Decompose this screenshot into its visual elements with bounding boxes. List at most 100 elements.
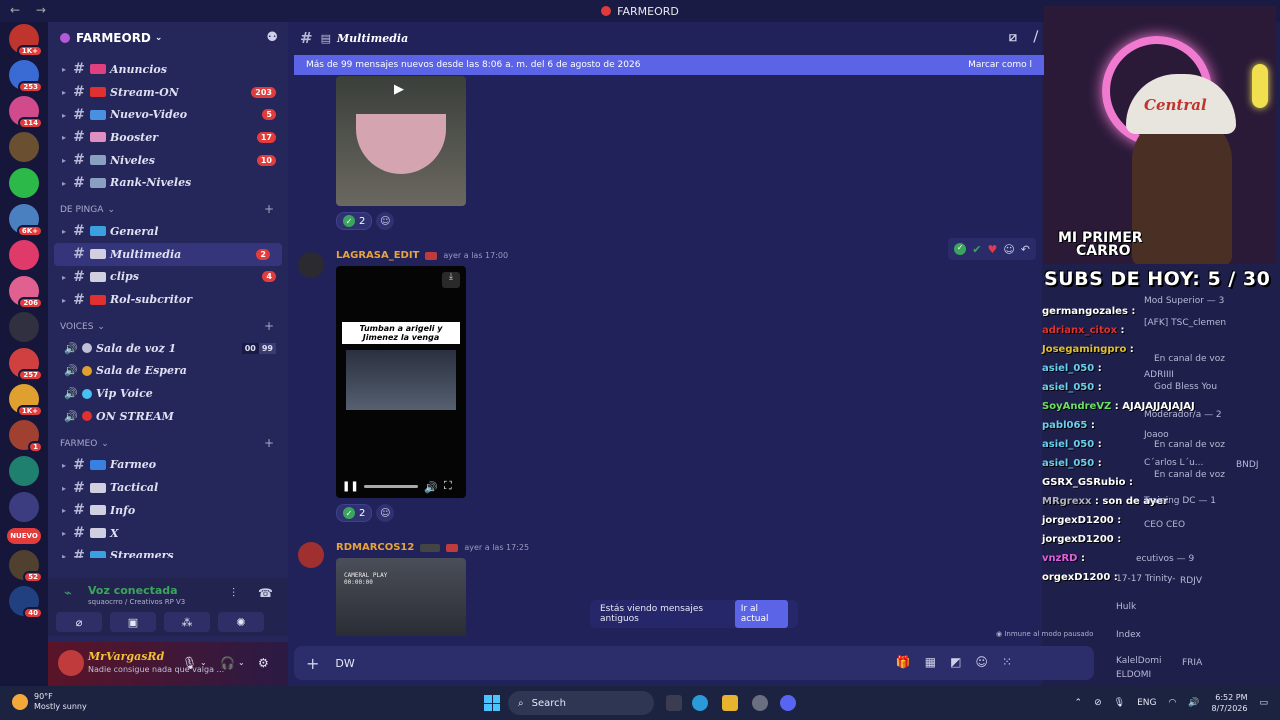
- voice-channel-item[interactable]: 🔊 Sala de Espera: [48, 360, 288, 383]
- voice-channel-item[interactable]: 🔊 ON STREAM: [48, 405, 288, 428]
- server-icon[interactable]: 40: [9, 586, 43, 619]
- server-icon[interactable]: [9, 132, 39, 162]
- volume-icon[interactable]: 🔊: [1188, 698, 1199, 708]
- member-list-entry[interactable]: CEO: [1166, 520, 1185, 530]
- new-messages-bar[interactable]: Más de 99 mensajes nuevos desde las 8:06…: [294, 55, 1054, 75]
- channel-item[interactable]: ▸ # Niveles 10: [48, 149, 288, 172]
- windows-start-icon[interactable]: [484, 695, 500, 711]
- task-view-icon[interactable]: [666, 695, 682, 711]
- heart-icon[interactable]: ♥: [987, 243, 997, 256]
- video-attachment[interactable]: CAMERAL PLAY 00:00:00: [336, 558, 466, 636]
- member-list-entry[interactable]: BNDJ: [1236, 460, 1259, 470]
- voice-connected-subtitle[interactable]: squaocrro / Creativos RP V3: [88, 598, 185, 606]
- member-list-entry[interactable]: 17-17 Trinity-: [1116, 574, 1176, 584]
- server-icon[interactable]: 257: [9, 348, 43, 381]
- member-list-entry[interactable]: KalelDomi: [1116, 656, 1162, 666]
- emoji-icon[interactable]: ☺: [975, 655, 988, 669]
- camera-off-button[interactable]: ⌀: [56, 612, 102, 632]
- headphones-icon[interactable]: 🎧: [220, 656, 235, 670]
- member-list-entry[interactable]: Mod Superior — 3: [1144, 296, 1224, 306]
- server-icon[interactable]: 1K+: [9, 24, 43, 57]
- mark-as-read-button[interactable]: Marcar como l: [968, 60, 1032, 70]
- clock[interactable]: 6:52 PM 8/7/2026: [1212, 692, 1248, 714]
- chevron-down-icon[interactable]: ⌄: [238, 658, 245, 667]
- server-icon[interactable]: 52: [9, 550, 43, 583]
- weather-widget[interactable]: 90°F Mostly sunny: [12, 692, 87, 712]
- member-list-entry[interactable]: En canal de voz: [1154, 440, 1225, 450]
- category-de-pinga[interactable]: DE PINGA ⌄ +: [48, 194, 288, 220]
- channel-item[interactable]: ▸ # Anuncios: [48, 58, 288, 81]
- voice-channel-item[interactable]: 🔊 Sala de voz 1 00 99: [48, 337, 288, 360]
- member-list-entry[interactable]: FRIA: [1182, 658, 1202, 668]
- avatar[interactable]: [58, 650, 84, 676]
- nav-arrows[interactable]: ← →: [10, 3, 52, 17]
- obs-icon[interactable]: [752, 695, 768, 711]
- microphone-icon[interactable]: 🎙: [182, 656, 197, 670]
- discord-icon[interactable]: [780, 695, 796, 711]
- add-attachment-icon[interactable]: +: [306, 654, 319, 673]
- noise-suppression-icon[interactable]: ⫶: [232, 586, 235, 601]
- wifi-icon[interactable]: ◠: [1168, 698, 1176, 708]
- author-name[interactable]: LAGRASA_EDIT: [336, 250, 419, 261]
- fullscreen-icon[interactable]: ⛶: [444, 479, 452, 493]
- threads-icon[interactable]: ⧄: [1009, 30, 1017, 45]
- gear-icon[interactable]: ⚙: [258, 656, 269, 670]
- channel-item[interactable]: ▸ # Streamers: [48, 544, 288, 558]
- category-voices[interactable]: VOICES ⌄ +: [48, 311, 288, 337]
- file-explorer-icon[interactable]: [722, 695, 738, 711]
- play-icon[interactable]: ▶: [394, 82, 404, 97]
- new-server-badge[interactable]: NUEVO: [7, 528, 41, 544]
- server-icon[interactable]: [9, 168, 39, 198]
- member-list-entry[interactable]: En canal de voz: [1154, 354, 1225, 364]
- notification-icon[interactable]: ⧸: [1034, 30, 1038, 45]
- member-list-entry[interactable]: Training DC — 1: [1144, 496, 1216, 506]
- volume-icon[interactable]: 🔊: [424, 481, 438, 494]
- reaction-pill[interactable]: ✓ 2: [336, 212, 373, 230]
- member-list-entry[interactable]: Index: [1116, 630, 1141, 640]
- channel-item[interactable]: ▸ # Info: [48, 499, 288, 522]
- server-icon[interactable]: [9, 240, 39, 270]
- server-icon[interactable]: 206: [9, 276, 43, 309]
- activities-button[interactable]: ⁂: [164, 612, 210, 632]
- language-indicator[interactable]: ENG: [1137, 698, 1156, 708]
- disconnect-icon[interactable]: ☎: [258, 586, 273, 600]
- reply-icon[interactable]: ↶: [1021, 243, 1030, 256]
- voice-connected-title[interactable]: Voz conectada: [88, 584, 178, 597]
- check-icon[interactable]: ✓: [954, 243, 967, 255]
- network-off-icon[interactable]: ⊘: [1094, 698, 1102, 708]
- gif-icon[interactable]: ▦: [925, 655, 936, 669]
- channel-item[interactable]: ▸ # Rank-Niveles: [48, 171, 288, 194]
- member-list-entry[interactable]: Hulk: [1116, 602, 1136, 612]
- soundboard-button[interactable]: ✺: [218, 612, 264, 632]
- channel-item[interactable]: ▸ # Booster 17: [48, 126, 288, 149]
- gift-icon[interactable]: 🎁: [896, 655, 911, 669]
- member-list-entry[interactable]: ELDOMI: [1116, 670, 1151, 680]
- server-icon[interactable]: [9, 456, 39, 486]
- channel-item[interactable]: ▸ # General: [48, 220, 288, 243]
- member-list-entry[interactable]: ADRIIII: [1144, 370, 1174, 380]
- microphone-icon[interactable]: 🎙: [1114, 698, 1125, 708]
- server-icon[interactable]: [9, 492, 39, 522]
- user-name[interactable]: MrVargasRd: [88, 650, 164, 663]
- member-list-entry[interactable]: Joaoo: [1144, 430, 1169, 440]
- checkmark-icon[interactable]: ✔: [972, 243, 981, 256]
- category-farmeo[interactable]: FARMEO ⌄ +: [48, 428, 288, 454]
- member-list-entry[interactable]: ecutivos — 9: [1136, 554, 1194, 564]
- jump-to-present-button[interactable]: Ir al actual: [734, 600, 788, 628]
- channel-item[interactable]: ▸ # Nuevo-Video 5: [48, 103, 288, 126]
- notifications-icon[interactable]: ▭: [1259, 698, 1268, 708]
- taskbar-search[interactable]: ⌕ Search: [508, 691, 654, 715]
- video-player[interactable]: ⤓ Tumban a arigeli y Jimenez la venga ❚❚…: [336, 266, 466, 498]
- member-list-entry[interactable]: CEO: [1144, 520, 1163, 530]
- voice-channel-item[interactable]: 🔊 Vip Voice: [48, 382, 288, 405]
- avatar[interactable]: [298, 542, 324, 568]
- add-channel-icon[interactable]: +: [264, 436, 274, 450]
- video-progress-bar[interactable]: [364, 485, 418, 488]
- reaction-pill[interactable]: ✓ 2: [336, 504, 373, 522]
- server-icon[interactable]: [9, 312, 39, 342]
- sticker-icon[interactable]: ◩: [950, 655, 961, 669]
- server-icon[interactable]: 114: [9, 96, 43, 129]
- message-input[interactable]: DW: [335, 657, 354, 670]
- guild-header[interactable]: FARMEORD ⌄ ⚉: [48, 22, 288, 54]
- add-channel-icon[interactable]: +: [264, 202, 274, 216]
